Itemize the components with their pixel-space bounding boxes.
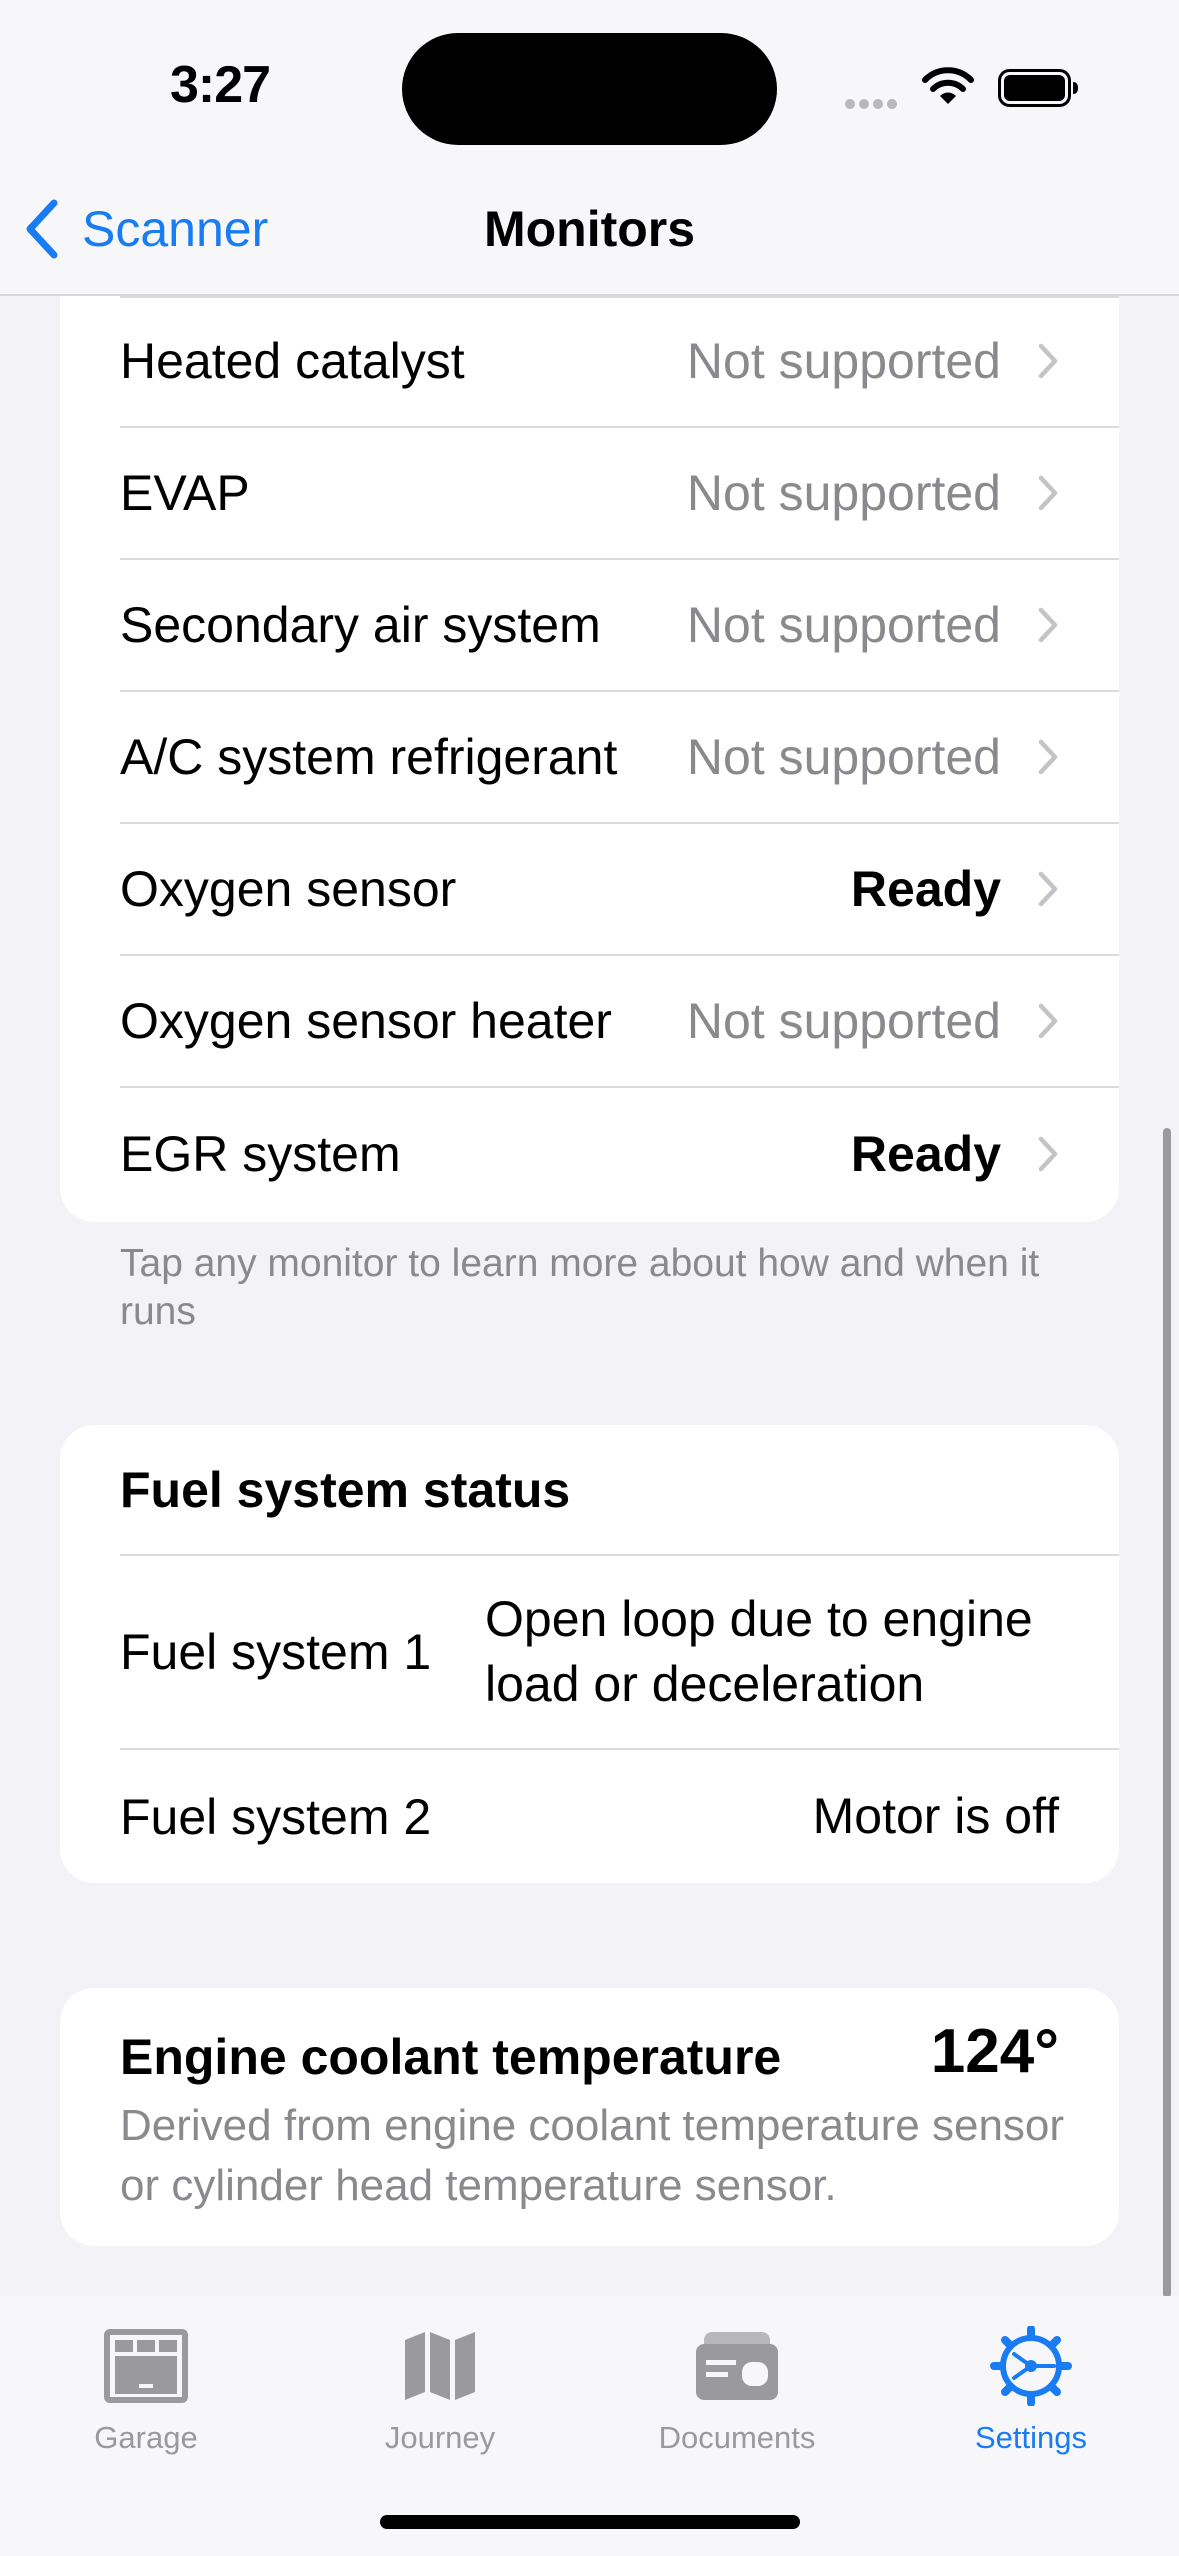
monitor-status: Ready	[850, 861, 1001, 917]
chevron-right-icon	[1038, 475, 1058, 511]
chevron-right-icon	[1038, 871, 1058, 907]
fuel-system-card: Fuel system status Fuel system 1 Open lo…	[60, 1425, 1119, 1883]
tab-label: Journey	[384, 2420, 496, 2455]
fuel-system-label: Fuel system 1	[120, 1624, 432, 1680]
monitor-label: EGR system	[120, 1126, 401, 1182]
fuel-system-row: Fuel system 2 Motor is off	[120, 1750, 1119, 1883]
fuel-system-title: Fuel system status	[120, 1425, 1119, 1556]
chevron-right-icon	[1038, 739, 1058, 775]
monitor-label: Oxygen sensor	[120, 861, 457, 917]
garage-icon	[104, 2329, 188, 2403]
tab-label: Garage	[94, 2420, 198, 2455]
map-icon	[405, 2332, 475, 2400]
scrollbar[interactable]	[1163, 1128, 1171, 2298]
fuel-system-value: Open loop due to engine load or decelera…	[485, 1591, 1033, 1712]
monitor-status: Not supported	[686, 333, 1001, 389]
monitors-footnote: Tap any monitor to learn more about how …	[120, 1242, 1040, 1333]
monitor-row-heated-catalyst[interactable]: Heated catalyst Not supported	[120, 296, 1119, 428]
fuel-system-row: Fuel system 1 Open loop due to engine lo…	[120, 1556, 1119, 1750]
navigation-bar: Scanner Monitors	[0, 170, 1179, 296]
monitor-status: Not supported	[686, 465, 1001, 521]
monitor-status: Ready	[850, 1126, 1001, 1182]
monitor-row-secondary-air[interactable]: Secondary air system Not supported	[120, 560, 1119, 692]
monitor-row-ac-refrigerant[interactable]: A/C system refrigerant Not supported	[120, 692, 1119, 824]
page-title: Monitors	[483, 201, 696, 257]
tab-label: Settings	[974, 2420, 1087, 2455]
monitor-status: Not supported	[686, 729, 1001, 785]
tab-label: Documents	[658, 2420, 816, 2455]
gear-icon	[990, 2326, 1072, 2406]
monitor-label: A/C system refrigerant	[120, 729, 618, 785]
status-bar: 3:27	[0, 0, 1179, 170]
tab-garage[interactable]: Garage	[26, 2326, 266, 2456]
monitor-row-evap[interactable]: EVAP Not supported	[120, 428, 1119, 560]
monitor-status: Not supported	[686, 597, 1001, 653]
monitor-status: Not supported	[686, 993, 1001, 1049]
monitor-label: Oxygen sensor heater	[120, 993, 612, 1049]
coolant-temperature-card: Engine coolant temperature 124° Derived …	[60, 1988, 1119, 2246]
wifi-icon	[922, 67, 974, 104]
monitor-row-egr[interactable]: EGR system Ready	[120, 1088, 1119, 1220]
tab-settings[interactable]: Settings	[911, 2326, 1151, 2456]
cellular-signal-icon	[845, 96, 901, 114]
tab-documents[interactable]: Documents	[617, 2326, 857, 2456]
fuel-system-value: Motor is off	[812, 1788, 1059, 1844]
monitor-row-oxygen-sensor[interactable]: Oxygen sensor Ready	[120, 824, 1119, 956]
fuel-system-label: Fuel system 2	[120, 1788, 432, 1845]
chevron-right-icon	[1038, 343, 1058, 379]
monitors-list: Heated catalyst Not supported EVAP Not s…	[60, 296, 1119, 1222]
chevron-right-icon	[1038, 1003, 1058, 1039]
dynamic-island	[402, 33, 777, 145]
status-time: 3:27	[169, 56, 271, 114]
coolant-title: Engine coolant temperature	[120, 2029, 782, 2085]
monitor-label: Secondary air system	[120, 597, 601, 653]
battery-icon	[998, 69, 1078, 107]
monitor-label: EVAP	[120, 465, 250, 521]
monitor-row-oxygen-sensor-heater[interactable]: Oxygen sensor heater Not supported	[120, 956, 1119, 1088]
coolant-value: 124°	[930, 2017, 1059, 2086]
home-indicator[interactable]	[380, 2515, 800, 2529]
coolant-description: Derived from engine coolant temperature …	[120, 2101, 1065, 2210]
chevron-right-icon	[1038, 607, 1058, 643]
chevron-right-icon	[1038, 1136, 1058, 1172]
documents-icon	[696, 2332, 778, 2400]
monitor-label: Heated catalyst	[120, 333, 465, 389]
tab-journey[interactable]: Journey	[320, 2326, 560, 2456]
